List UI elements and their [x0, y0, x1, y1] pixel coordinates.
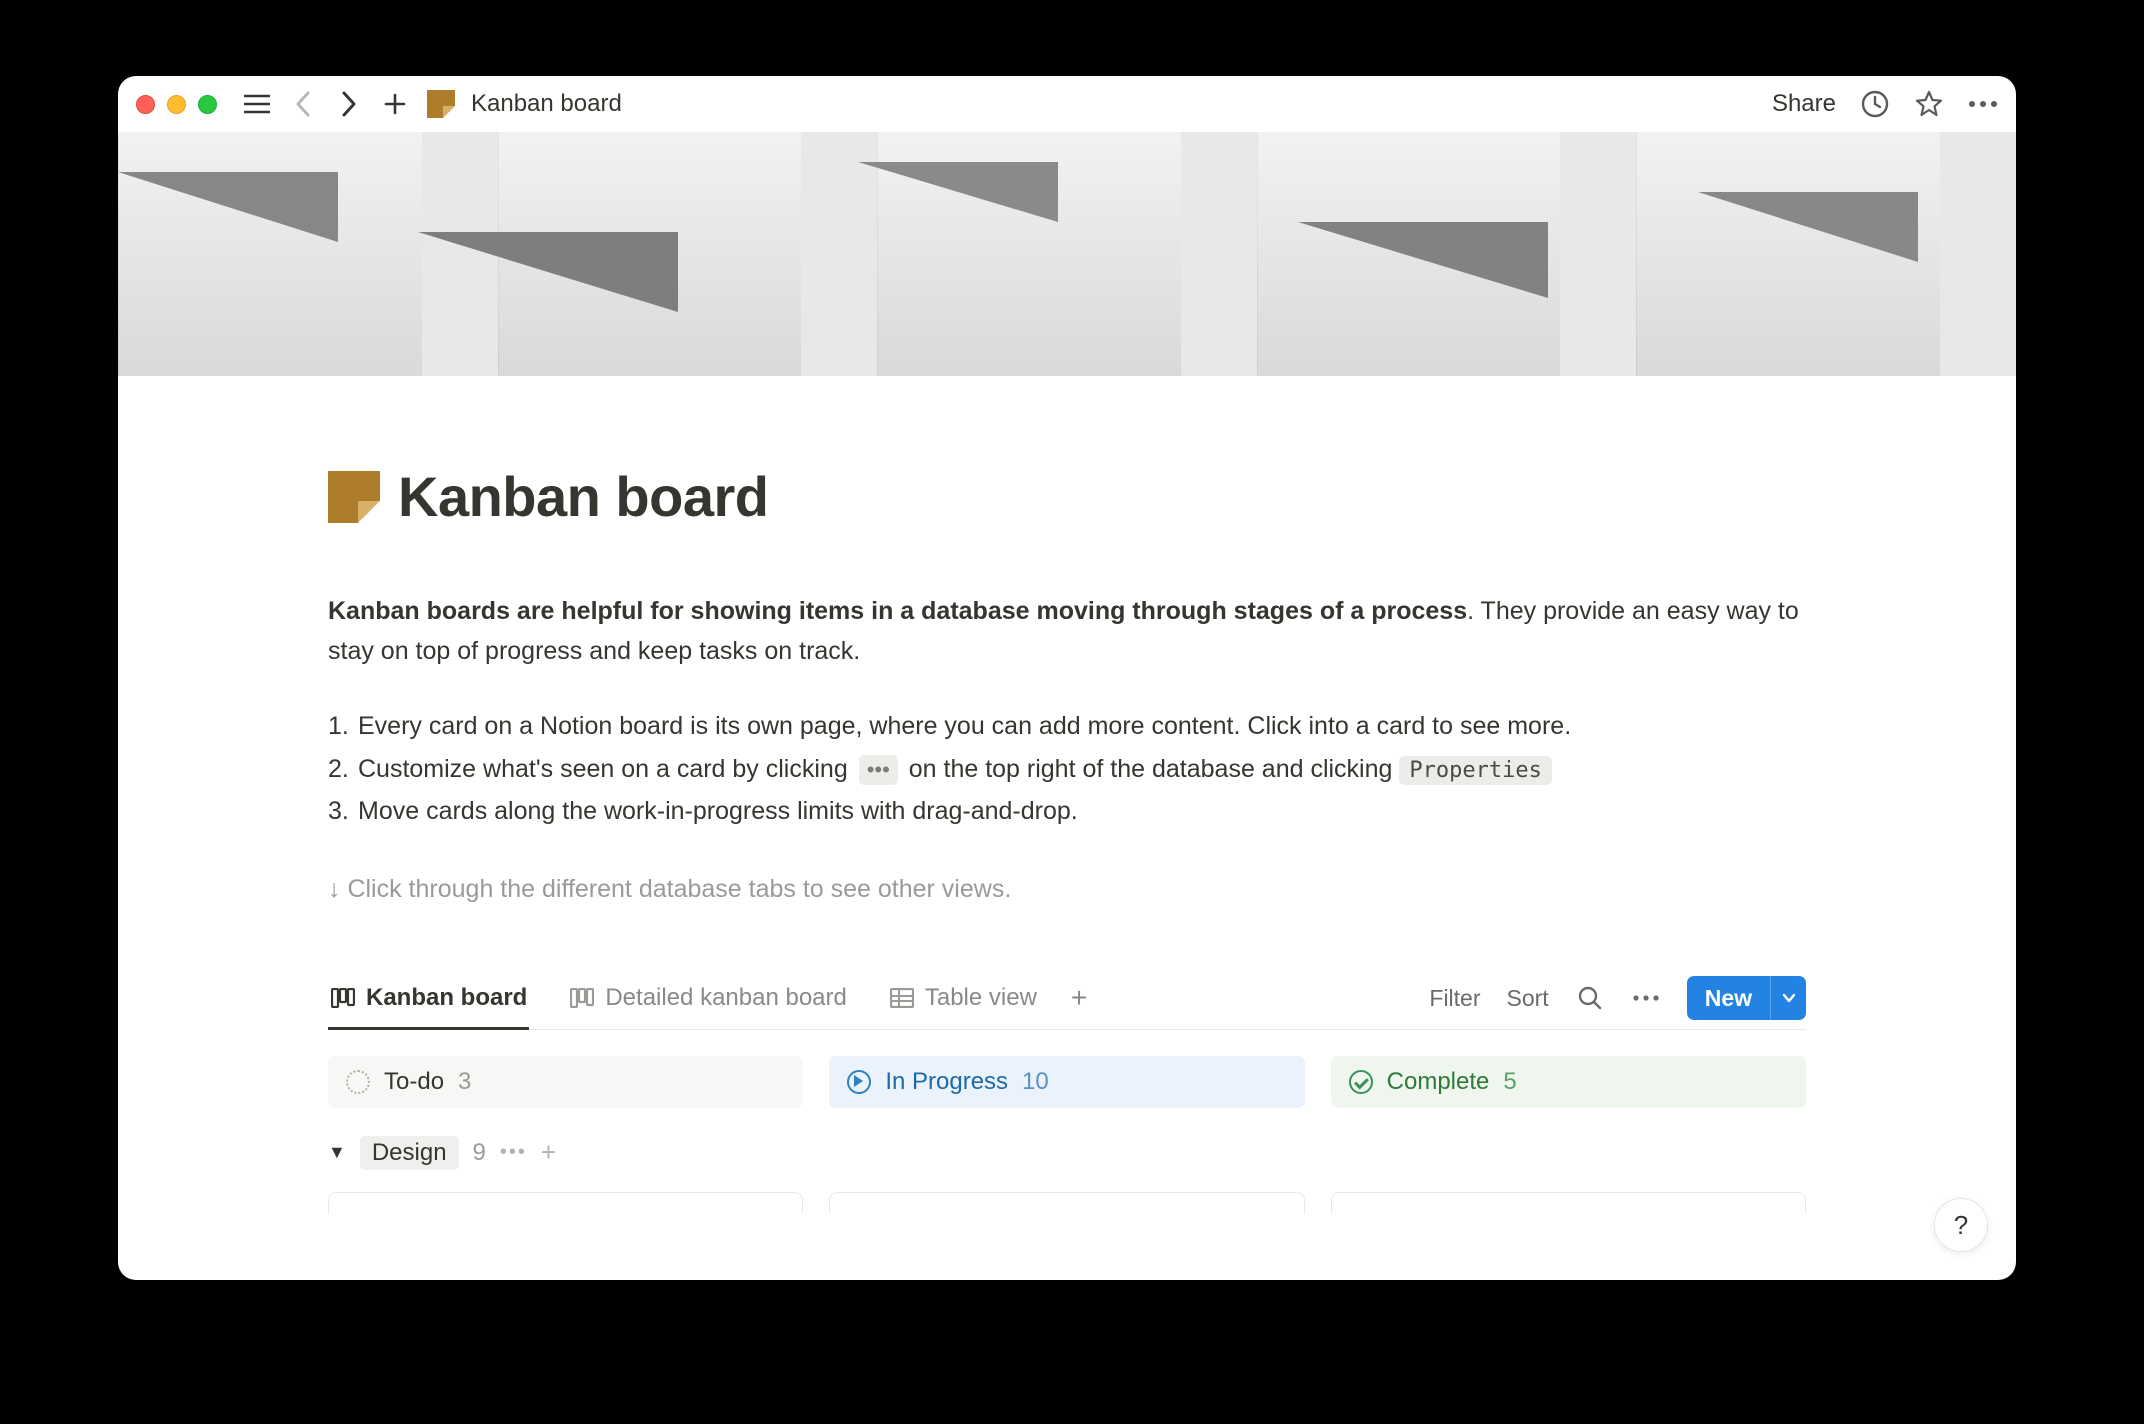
tab-label: Kanban board [366, 984, 527, 1012]
sort-button[interactable]: Sort [1507, 985, 1549, 1012]
breadcrumb-title[interactable]: Kanban board [471, 90, 622, 118]
kanban-card[interactable] [328, 1192, 803, 1214]
kanban-column-headers: To-do 3 In Progress 10 Complete 5 [328, 1056, 1806, 1108]
column-count: 10 [1022, 1068, 1049, 1096]
column-count: 3 [458, 1068, 471, 1096]
card-row [328, 1192, 1806, 1214]
page-icon-small [427, 90, 455, 118]
nav-back-button[interactable] [283, 84, 323, 124]
intro-paragraph[interactable]: Kanban boards are helpful for showing it… [328, 591, 1806, 671]
list-number: 2. [328, 748, 358, 791]
list-item[interactable]: 2. Customize what's seen on a card by cl… [328, 748, 1806, 791]
minimize-window-button[interactable] [167, 95, 186, 114]
board-icon [569, 985, 595, 1011]
ellipsis-chip-icon: ••• [859, 755, 898, 785]
group-collapse-toggle[interactable]: ▼ [328, 1142, 346, 1163]
list-number: 3. [328, 790, 358, 833]
intro-bold: Kanban boards are helpful for showing it… [328, 597, 1467, 625]
share-button[interactable]: Share [1772, 90, 1836, 118]
close-window-button[interactable] [136, 95, 155, 114]
page-icon[interactable] [328, 471, 380, 523]
list-item[interactable]: 1. Every card on a Notion board is its o… [328, 705, 1806, 748]
list-segment: Customize what's seen on a card by click… [358, 755, 848, 783]
add-view-button[interactable]: + [1071, 982, 1087, 1014]
group-tag[interactable]: Design [360, 1136, 459, 1170]
status-todo-icon [346, 1070, 370, 1094]
topbar: Kanban board Share [118, 76, 2016, 132]
tab-kanban-board[interactable]: Kanban board [328, 968, 529, 1029]
new-record-button[interactable]: New [1687, 976, 1806, 1020]
group-header: ▼ Design 9 ••• + [328, 1136, 1806, 1170]
kanban-card[interactable] [1331, 1192, 1806, 1214]
help-button[interactable]: ? [1934, 1198, 1988, 1252]
chevron-down-icon[interactable] [1770, 976, 1806, 1020]
more-icon[interactable] [1968, 89, 1998, 119]
list-item[interactable]: 3. Move cards along the work-in-progress… [328, 790, 1806, 833]
database-more-icon[interactable] [1631, 983, 1661, 1013]
column-header-in-progress[interactable]: In Progress 10 [829, 1056, 1304, 1108]
instruction-list: 1. Every card on a Notion board is its o… [328, 705, 1806, 833]
favorite-icon[interactable] [1914, 89, 1944, 119]
database-view-tabs: Kanban board Detailed kanban board Table… [328, 968, 1806, 1030]
sidebar-toggle-button[interactable] [237, 84, 277, 124]
hint-text[interactable]: ↓ Click through the different database t… [328, 875, 1806, 904]
list-text: Every card on a Notion board is its own … [358, 705, 1571, 748]
column-count: 5 [1503, 1068, 1516, 1096]
board-icon [330, 985, 356, 1011]
page-title[interactable]: Kanban board [398, 464, 768, 529]
table-icon [889, 985, 915, 1011]
list-text: Move cards along the work-in-progress li… [358, 790, 1078, 833]
page-header: Kanban board [328, 464, 1806, 529]
maximize-window-button[interactable] [198, 95, 217, 114]
group-more-icon[interactable]: ••• [500, 1141, 527, 1164]
new-page-button[interactable] [375, 84, 415, 124]
tab-detailed-kanban[interactable]: Detailed kanban board [567, 968, 849, 1029]
status-complete-icon [1349, 1070, 1373, 1094]
tab-table-view[interactable]: Table view [887, 968, 1039, 1029]
group-add-button[interactable]: + [541, 1137, 556, 1168]
database-actions: Filter Sort New [1429, 976, 1806, 1020]
kanban-card[interactable] [829, 1192, 1304, 1214]
column-label: In Progress [885, 1068, 1008, 1096]
column-label: Complete [1387, 1068, 1490, 1096]
new-button-label: New [1687, 985, 1770, 1012]
properties-code-chip: Properties [1399, 756, 1551, 785]
page-content: Kanban board Kanban boards are helpful f… [118, 464, 2016, 1214]
tab-label: Detailed kanban board [605, 984, 847, 1012]
list-text: Customize what's seen on a card by click… [358, 748, 1552, 791]
search-icon[interactable] [1575, 983, 1605, 1013]
cover-image[interactable] [118, 132, 2016, 376]
tab-label: Table view [925, 984, 1037, 1012]
app-window: Kanban board Share Kanban board Kan [118, 76, 2016, 1280]
nav-forward-button[interactable] [329, 84, 369, 124]
group-count: 9 [473, 1139, 486, 1167]
column-header-complete[interactable]: Complete 5 [1331, 1056, 1806, 1108]
status-in-progress-icon [847, 1070, 871, 1094]
updates-icon[interactable] [1860, 89, 1890, 119]
window-controls [136, 95, 217, 114]
list-segment: on the top right of the database and cli… [909, 755, 1393, 783]
filter-button[interactable]: Filter [1429, 985, 1480, 1012]
column-label: To-do [384, 1068, 444, 1096]
list-number: 1. [328, 705, 358, 748]
topbar-actions: Share [1772, 89, 1998, 119]
column-header-todo[interactable]: To-do 3 [328, 1056, 803, 1108]
